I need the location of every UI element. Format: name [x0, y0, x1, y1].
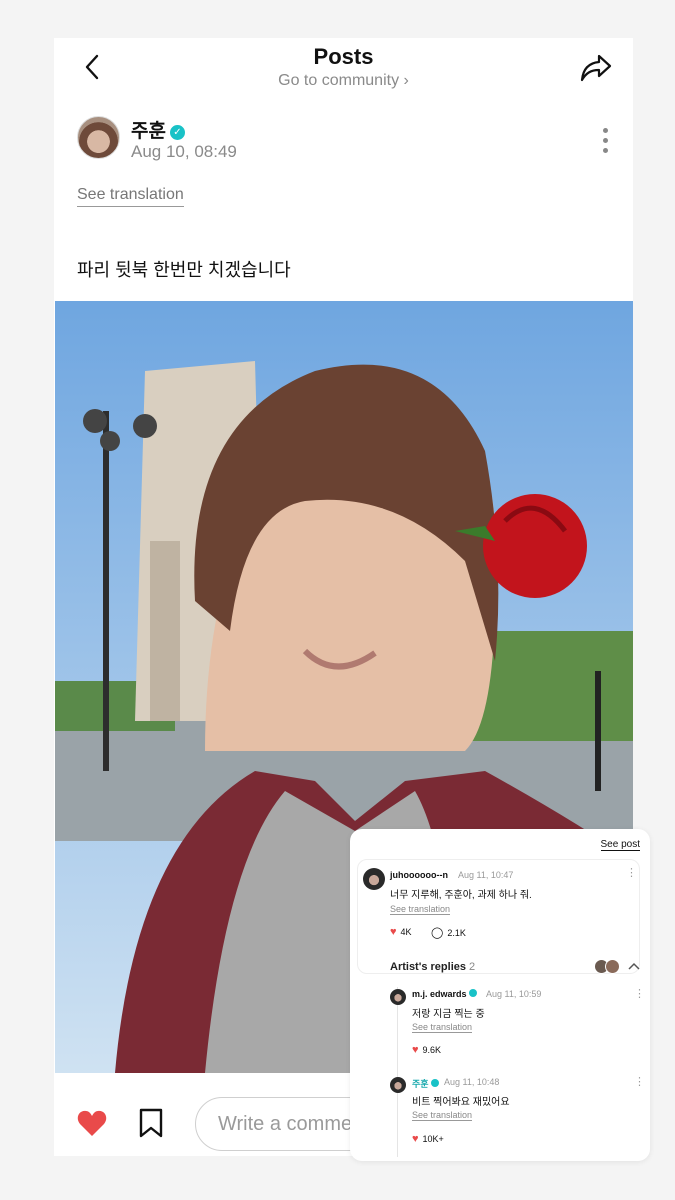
page-title: Posts: [313, 44, 374, 69]
heart-icon: ♥: [412, 1133, 419, 1145]
verified-badge-icon: [468, 989, 477, 997]
bookmark-icon[interactable]: [138, 1108, 164, 1138]
avatar[interactable]: [390, 989, 406, 1005]
avatar[interactable]: [390, 1077, 406, 1093]
heart-icon[interactable]: [76, 1108, 108, 1138]
see-translation-link[interactable]: See translation: [412, 1022, 473, 1033]
comment-text: 너무 지루해, 주훈아, 과제 하나 줘.: [390, 890, 532, 901]
verified-badge-icon: ✓: [169, 125, 185, 140]
reply-button[interactable]: ◯ 2.1K: [431, 926, 466, 939]
like-button[interactable]: ♥ 4K: [390, 926, 412, 938]
see-translation-link[interactable]: See translation: [77, 186, 184, 207]
post-text: 파리 뒷북 한번만 치겠습니다: [77, 260, 291, 280]
reply-avatars: [594, 959, 624, 975]
comment-time: Aug 11, 10:47: [458, 870, 514, 880]
header: Posts Go to community ›: [54, 38, 633, 108]
author-name-text: 주훈: [131, 121, 166, 142]
verified-badge-icon: [430, 1079, 439, 1087]
more-vertical-icon[interactable]: ⋮: [626, 866, 637, 879]
heart-icon: ♥: [412, 1044, 419, 1056]
reply-text: 비트 찍어봐요 재밌어요: [412, 1097, 510, 1108]
post-time: Aug 10, 08:49: [131, 142, 237, 161]
see-translation-link[interactable]: See translation: [412, 1110, 473, 1121]
heart-icon: ♥: [390, 926, 397, 938]
reply-time: Aug 11, 10:59: [486, 989, 542, 999]
more-vertical-icon[interactable]: [597, 128, 613, 156]
reply-time: Aug 11, 10:48: [444, 1077, 500, 1087]
see-translation-link[interactable]: See translation: [390, 904, 451, 915]
avatar[interactable]: [77, 116, 120, 159]
more-vertical-icon[interactable]: ⋮: [634, 987, 645, 1000]
comment-bubble-icon: ◯: [431, 927, 444, 939]
avatar[interactable]: [363, 868, 385, 890]
comment-preview-card: See post juhoooooo--n Aug 11, 10:47 ⋮ 너무…: [350, 829, 650, 1161]
like-count: 4K: [400, 927, 412, 937]
reply-user[interactable]: 주훈: [412, 1077, 439, 1090]
comment-user[interactable]: juhoooooo--n: [390, 870, 448, 880]
like-button[interactable]: ♥ 9.6K: [412, 1044, 441, 1056]
chevron-up-icon[interactable]: [628, 960, 640, 972]
reply-user-text: m.j. edwards: [412, 989, 467, 999]
more-vertical-icon[interactable]: ⋮: [634, 1075, 645, 1088]
like-count: 9.6K: [422, 1045, 442, 1055]
reply-text: 저랑 지금 찍는 중: [412, 1009, 485, 1020]
share-icon[interactable]: [579, 50, 613, 84]
artist-replies-count: 2: [468, 961, 476, 973]
artist-replies-toggle[interactable]: Artist's replies 2: [390, 961, 475, 973]
reply-count: 2.1K: [447, 928, 466, 938]
like-button[interactable]: ♥ 10K+: [412, 1133, 444, 1145]
reply-user[interactable]: m.j. edwards: [412, 989, 477, 999]
reply-user-text: 주훈: [412, 1079, 429, 1089]
comment-item: juhoooooo--n Aug 11, 10:47 ⋮ 너무 지루해, 주훈아…: [357, 859, 640, 974]
see-post-link[interactable]: See post: [600, 839, 640, 851]
artist-replies-label: Artist's replies: [390, 961, 466, 973]
thread-line: [397, 987, 398, 1157]
author-name[interactable]: 주훈 ✓: [131, 116, 185, 143]
go-to-community-link[interactable]: Go to community ›: [54, 72, 633, 90]
like-count: 10K+: [422, 1134, 444, 1144]
